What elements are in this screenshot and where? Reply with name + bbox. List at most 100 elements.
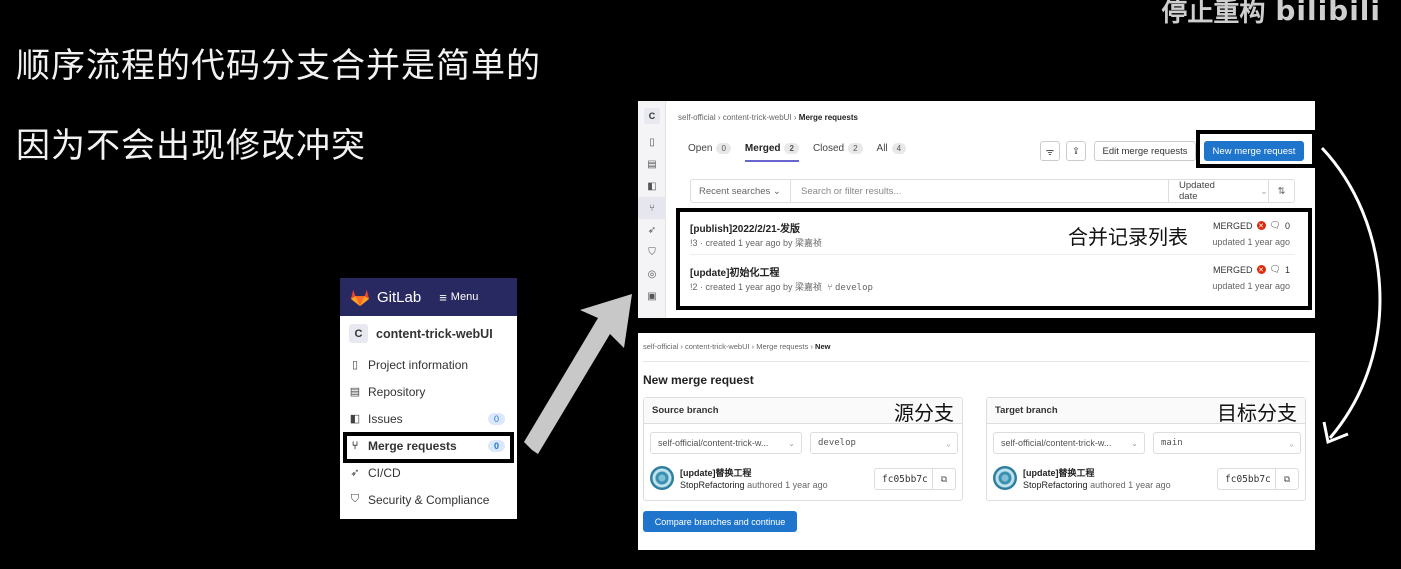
tab-closed[interactable]: Closed 2: [813, 143, 863, 154]
chevron-down-icon: ⌄: [1289, 438, 1294, 448]
issues-icon: ◧: [349, 413, 361, 425]
breadcrumb-item[interactable]: self-official: [643, 342, 678, 351]
breadcrumb-item[interactable]: Merge requests: [799, 113, 858, 122]
copy-icon[interactable]: ⧉: [933, 474, 955, 485]
tab-all[interactable]: All 4: [877, 143, 907, 154]
collapsed-sidebar: C ▯ ▤ ◧ ⑂ ➶ ⛉ ◎ ▣: [638, 101, 666, 318]
source-branch-select[interactable]: develop ⌄: [810, 432, 958, 454]
edit-merge-requests-button[interactable]: Edit merge requests: [1094, 141, 1196, 161]
commit-author[interactable]: StopRefactoring: [1023, 480, 1088, 490]
search-input[interactable]: Search or filter results...: [791, 186, 1168, 197]
pipeline-failed-icon[interactable]: ✕: [1256, 221, 1266, 230]
chevron-down-icon: ⌄: [1260, 185, 1268, 197]
project-avatar-mini[interactable]: C: [638, 101, 666, 131]
sort-dropdown[interactable]: Updated date ⌄: [1168, 180, 1268, 202]
breadcrumb-item[interactable]: self-official: [678, 113, 716, 122]
mr-status: MERGED ✕ 🗨 1: [1213, 264, 1290, 275]
sidebar-item-cicd[interactable]: ➶ CI/CD: [340, 459, 517, 486]
sha-value[interactable]: fc05bb7c: [1218, 469, 1276, 489]
slide-title-line2: 因为不会出现修改冲突: [16, 126, 366, 166]
sidebar-item-label: Merge requests: [368, 438, 457, 453]
mr-list-item[interactable]: [update]初始化工程 !2 · created 1 year ago by…: [690, 255, 1295, 299]
breadcrumb-item[interactable]: content-trick-webUI: [685, 342, 750, 351]
mr-updated: updated 1 year ago: [1212, 237, 1290, 247]
tab-label: Merged: [744, 143, 781, 154]
sidebar-item-security[interactable]: ⛉ Security & Compliance: [340, 486, 517, 513]
comment-icon: 🗨: [1269, 220, 1281, 230]
mr-title[interactable]: [update]初始化工程: [690, 264, 779, 279]
compare-branches-button[interactable]: Compare branches and continue: [643, 511, 797, 532]
mr-meta: !2 · created 1 year ago by 梁嘉祯 ⑂ develop: [690, 280, 873, 293]
source-annotation: 源分支: [894, 401, 954, 425]
tab-label: Open: [688, 143, 713, 154]
tab-merged[interactable]: Merged 2: [744, 143, 799, 162]
menu-label: Menu: [450, 291, 479, 303]
document-icon: ▤: [349, 386, 361, 398]
gitlab-logo-icon: [350, 289, 370, 307]
source-commit: [update]替换工程 StopRefactoring authored 1 …: [650, 464, 956, 494]
merge-request-icon[interactable]: ⑂: [638, 197, 666, 219]
project-header[interactable]: C content-trick-webUI: [340, 316, 517, 351]
menu-button[interactable]: ≡ Menu: [439, 290, 478, 305]
breadcrumb-item[interactable]: New: [815, 342, 830, 351]
gitlab-sidebar: GitLab ≡ Menu C content-trick-webUI ▯ Pr…: [340, 278, 517, 519]
brand-watermark: 停止重构 bilibili: [1161, 0, 1381, 29]
gitlab-header: GitLab ≡ Menu: [340, 278, 517, 316]
hamburger-icon: ≡: [439, 289, 447, 305]
mr-list-item[interactable]: [publish]2022/2/21-发版 !3 · created 1 yea…: [690, 211, 1295, 255]
pointer-arrow-icon: [524, 294, 632, 454]
monitor-icon[interactable]: ▣: [638, 285, 666, 307]
deploy-icon[interactable]: ◎: [638, 263, 666, 285]
source-project-value: self-official/content-trick-w...: [658, 438, 769, 448]
slide-title-line1: 顺序流程的代码分支合并是简单的: [16, 46, 541, 86]
source-project-select[interactable]: self-official/content-trick-w... ⌄: [650, 432, 802, 454]
target-project-select[interactable]: self-official/content-trick-w... ⌄: [993, 432, 1145, 454]
export-button[interactable]: ⇪: [1066, 141, 1086, 161]
sidebar-item-repository[interactable]: ▤ Repository: [340, 378, 517, 405]
recent-searches-dropdown[interactable]: Recent searches ⌄: [691, 180, 791, 202]
target-branch-label: Target branch: [995, 405, 1058, 416]
commit-author-line: StopRefactoring authored 1 year ago: [680, 480, 828, 490]
new-merge-request-button[interactable]: New merge request: [1204, 141, 1304, 161]
sidebar-item-label: CI/CD: [368, 465, 401, 480]
shield-icon[interactable]: ⛉: [638, 241, 666, 263]
copy-icon[interactable]: ⧉: [1276, 474, 1298, 485]
tab-open[interactable]: Open 0: [688, 143, 731, 154]
gitlab-name: GitLab: [377, 288, 422, 306]
sidebar-item-label: Project information: [368, 357, 469, 372]
project-name: content-trick-webUI: [376, 326, 493, 341]
commit-author[interactable]: StopRefactoring: [680, 480, 745, 490]
comment-count: 0: [1284, 220, 1290, 231]
rss-button[interactable]: ᯤ: [1040, 141, 1060, 161]
sidebar-item-merge-requests[interactable]: ⑂ Merge requests 0: [340, 432, 517, 459]
issues-count-badge: 0: [487, 412, 505, 425]
page-title: New merge request: [643, 373, 754, 387]
sidebar-item-label: Issues: [368, 411, 403, 426]
sha-value[interactable]: fc05bb7c: [875, 469, 933, 489]
merge-requests-count-badge: 0: [487, 439, 505, 452]
info-icon[interactable]: ▯: [638, 131, 666, 153]
sidebar-item-issues[interactable]: ◧ Issues 0: [340, 405, 517, 432]
rocket-icon[interactable]: ➶: [638, 219, 666, 241]
commit-time: authored 1 year ago: [1090, 480, 1171, 490]
sort-direction-button[interactable]: ⇅: [1268, 180, 1294, 202]
mr-meta-text: !2 · created 1 year ago by 梁嘉祯: [690, 282, 823, 292]
chevron-down-icon: ⌄: [1131, 438, 1138, 448]
issues-icon[interactable]: ◧: [638, 175, 666, 197]
merge-request-icon: ⑂: [351, 439, 359, 452]
pipeline-failed-icon[interactable]: ✕: [1256, 265, 1266, 274]
comment-icon: 🗨: [1269, 264, 1281, 274]
tab-label: All: [876, 143, 888, 154]
breadcrumb-item[interactable]: content-trick-webUI: [723, 113, 792, 122]
search-filter-bar[interactable]: Recent searches ⌄ Search or filter resul…: [690, 179, 1295, 203]
avatar: [650, 466, 674, 490]
commit-message[interactable]: [update]替换工程: [1023, 466, 1095, 479]
mr-title[interactable]: [publish]2022/2/21-发版: [690, 220, 800, 235]
sidebar-item-project-information[interactable]: ▯ Project information: [340, 351, 517, 378]
target-project-value: self-official/content-trick-w...: [1001, 438, 1112, 448]
commit-message[interactable]: [update]替换工程: [680, 466, 752, 479]
document-icon[interactable]: ▤: [638, 153, 666, 175]
breadcrumb-item[interactable]: Merge requests: [756, 342, 808, 351]
target-branch-select[interactable]: main ⌄: [1153, 432, 1301, 454]
mr-branch[interactable]: develop: [835, 283, 873, 293]
